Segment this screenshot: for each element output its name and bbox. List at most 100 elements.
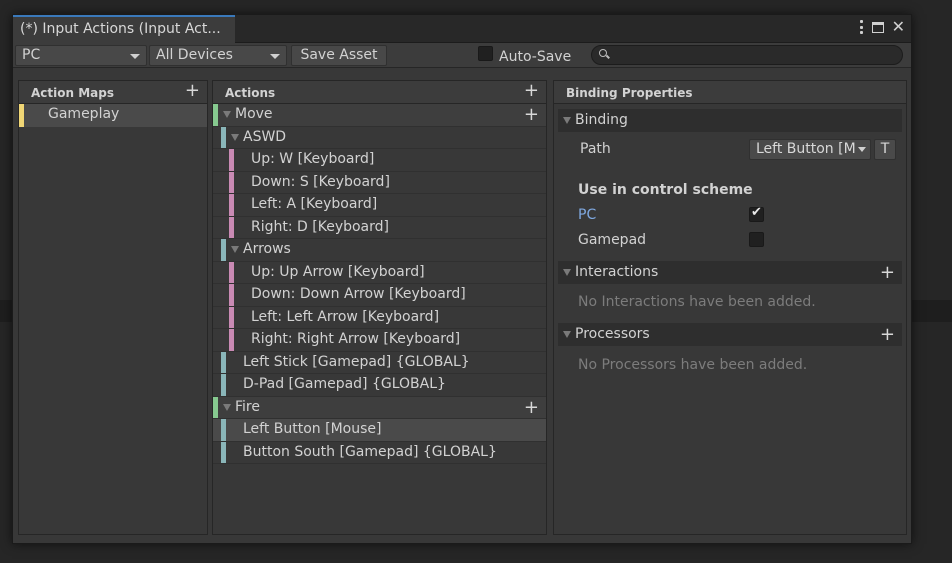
background-editor-panel	[0, 300, 12, 322]
binding-row[interactable]: Button South [Gamepad] {GLOBAL}	[213, 441, 546, 464]
interactions-section: Interactions +	[558, 261, 902, 284]
add-interaction-icon[interactable]: +	[880, 264, 895, 282]
foldout-arrow-icon	[563, 331, 571, 338]
color-stripe	[229, 306, 234, 328]
search-icon	[599, 49, 607, 57]
color-stripe	[221, 126, 226, 148]
maximize-icon[interactable]	[871, 21, 884, 33]
title-bar: (*) Input Actions (Input Act... ✕	[13, 15, 911, 44]
foldout-arrow-icon[interactable]	[231, 246, 239, 253]
path-dropdown[interactable]: Left Button [M	[749, 139, 871, 160]
processors-foldout[interactable]: Processors +	[558, 323, 902, 346]
row-label: Move	[235, 106, 273, 122]
action-row[interactable]: Move +	[213, 104, 546, 127]
binding-row[interactable]: Down: S [Keyboard]	[213, 171, 546, 194]
checkmark-icon: ✔	[751, 205, 762, 220]
binding-row[interactable]: D-Pad [Gamepad] {GLOBAL}	[213, 374, 546, 397]
action-maps-title: Action Maps	[31, 86, 114, 100]
color-stripe	[221, 351, 226, 373]
color-stripe	[229, 329, 234, 351]
binding-row[interactable]: Left: A [Keyboard]	[213, 194, 546, 217]
binding-row[interactable]: Down: Down Arrow [Keyboard]	[213, 284, 546, 307]
foldout-arrow-icon[interactable]	[223, 111, 231, 118]
interactions-foldout[interactable]: Interactions +	[558, 261, 902, 284]
foldout-arrow-icon	[563, 269, 571, 276]
foldout-arrow-icon	[563, 117, 571, 124]
add-action-icon[interactable]: +	[524, 82, 539, 100]
row-label: Button South [Gamepad] {GLOBAL}	[243, 443, 497, 460]
color-stripe	[229, 149, 234, 171]
add-binding-icon[interactable]: +	[524, 398, 539, 416]
color-stripe	[229, 194, 234, 216]
device-dropdown[interactable]: All Devices	[149, 45, 287, 66]
processors-section: Processors +	[558, 323, 902, 346]
toolbar: PC All Devices Save Asset Auto-Save	[13, 43, 911, 68]
color-stripe	[221, 374, 226, 396]
close-icon[interactable]: ✕	[892, 19, 905, 35]
row-label: Right: Right Arrow [Keyboard]	[251, 331, 461, 347]
color-stripe	[221, 441, 226, 463]
auto-save-label: Auto-Save	[499, 49, 572, 65]
row-label: Down: Down Arrow [Keyboard]	[251, 286, 466, 302]
color-stripe	[221, 239, 226, 261]
binding-row[interactable]: Left Stick [Gamepad] {GLOBAL}	[213, 351, 546, 374]
control-scheme-heading: Use in control scheme	[578, 182, 753, 198]
binding-section: Binding	[558, 109, 902, 132]
processors-empty-text: No Processors have been added.	[578, 357, 808, 373]
save-asset-button[interactable]: Save Asset	[291, 45, 387, 66]
binding-row[interactable]: Up: W [Keyboard]	[213, 149, 546, 172]
color-stripe	[221, 419, 226, 441]
color-stripe	[213, 104, 218, 126]
chevron-down-icon	[858, 147, 866, 152]
color-stripe	[213, 396, 218, 418]
binding-row[interactable]: Left Button [Mouse]	[213, 419, 546, 442]
action-map-item[interactable]: Gameplay	[19, 104, 207, 127]
processors-foldout-label: Processors	[575, 326, 650, 342]
input-actions-window: (*) Input Actions (Input Act... ✕ PC All…	[12, 14, 912, 544]
row-label: Left: Left Arrow [Keyboard]	[251, 308, 440, 325]
row-label: Arrows	[243, 241, 291, 257]
path-label: Path	[580, 141, 611, 157]
row-label: Right: D [Keyboard]	[251, 218, 389, 235]
auto-save-checkbox[interactable]	[478, 46, 493, 61]
add-processor-icon[interactable]: +	[880, 326, 895, 344]
binding-row[interactable]: Left: Left Arrow [Keyboard]	[213, 306, 546, 329]
scheme-pc-label: PC	[578, 207, 597, 223]
text-mode-button[interactable]: T	[874, 139, 896, 160]
scheme-gamepad-label: Gamepad	[578, 232, 647, 248]
scheme-pc-checkbox[interactable]: ✔	[749, 205, 764, 222]
action-maps-list: Gameplay	[18, 104, 208, 535]
add-action-map-icon[interactable]: +	[185, 82, 200, 100]
chevron-down-icon	[130, 54, 140, 59]
add-binding-icon[interactable]: +	[524, 106, 539, 124]
color-stripe	[229, 261, 234, 283]
control-scheme-value: PC	[22, 47, 41, 63]
search-input[interactable]	[591, 45, 903, 65]
actions-title: Actions	[225, 86, 276, 100]
path-value: Left Button [M	[756, 141, 856, 157]
composite-row[interactable]: ASWD	[213, 126, 546, 149]
color-stripe	[229, 284, 234, 306]
row-label: ASWD	[243, 128, 287, 145]
control-scheme-dropdown[interactable]: PC	[15, 45, 147, 66]
binding-properties-title: Binding Properties	[566, 86, 693, 100]
binding-foldout-label: Binding	[575, 112, 628, 128]
binding-row[interactable]: Right: D [Keyboard]	[213, 216, 546, 239]
scheme-gamepad-checkbox[interactable]	[749, 232, 764, 247]
foldout-arrow-icon[interactable]	[223, 403, 231, 411]
foldout-arrow-icon[interactable]	[231, 133, 239, 141]
row-label: Left Stick [Gamepad] {GLOBAL}	[243, 353, 470, 370]
device-value: All Devices	[156, 47, 233, 63]
action-row[interactable]: Fire +	[213, 396, 546, 419]
action-maps-header: Action Maps +	[18, 80, 208, 104]
binding-row[interactable]: Up: Up Arrow [Keyboard]	[213, 261, 546, 284]
color-stripe	[229, 216, 234, 238]
binding-row[interactable]: Right: Right Arrow [Keyboard]	[213, 329, 546, 352]
binding-properties-body: Binding Path Left Button [M T Use in con…	[553, 104, 907, 535]
binding-foldout[interactable]: Binding	[558, 109, 902, 132]
row-label: Fire	[235, 398, 260, 415]
composite-row[interactable]: Arrows	[213, 239, 546, 262]
background-editor-panel	[912, 300, 952, 322]
more-options-icon[interactable]	[860, 20, 864, 34]
window-tab[interactable]: (*) Input Actions (Input Act...	[13, 15, 235, 44]
